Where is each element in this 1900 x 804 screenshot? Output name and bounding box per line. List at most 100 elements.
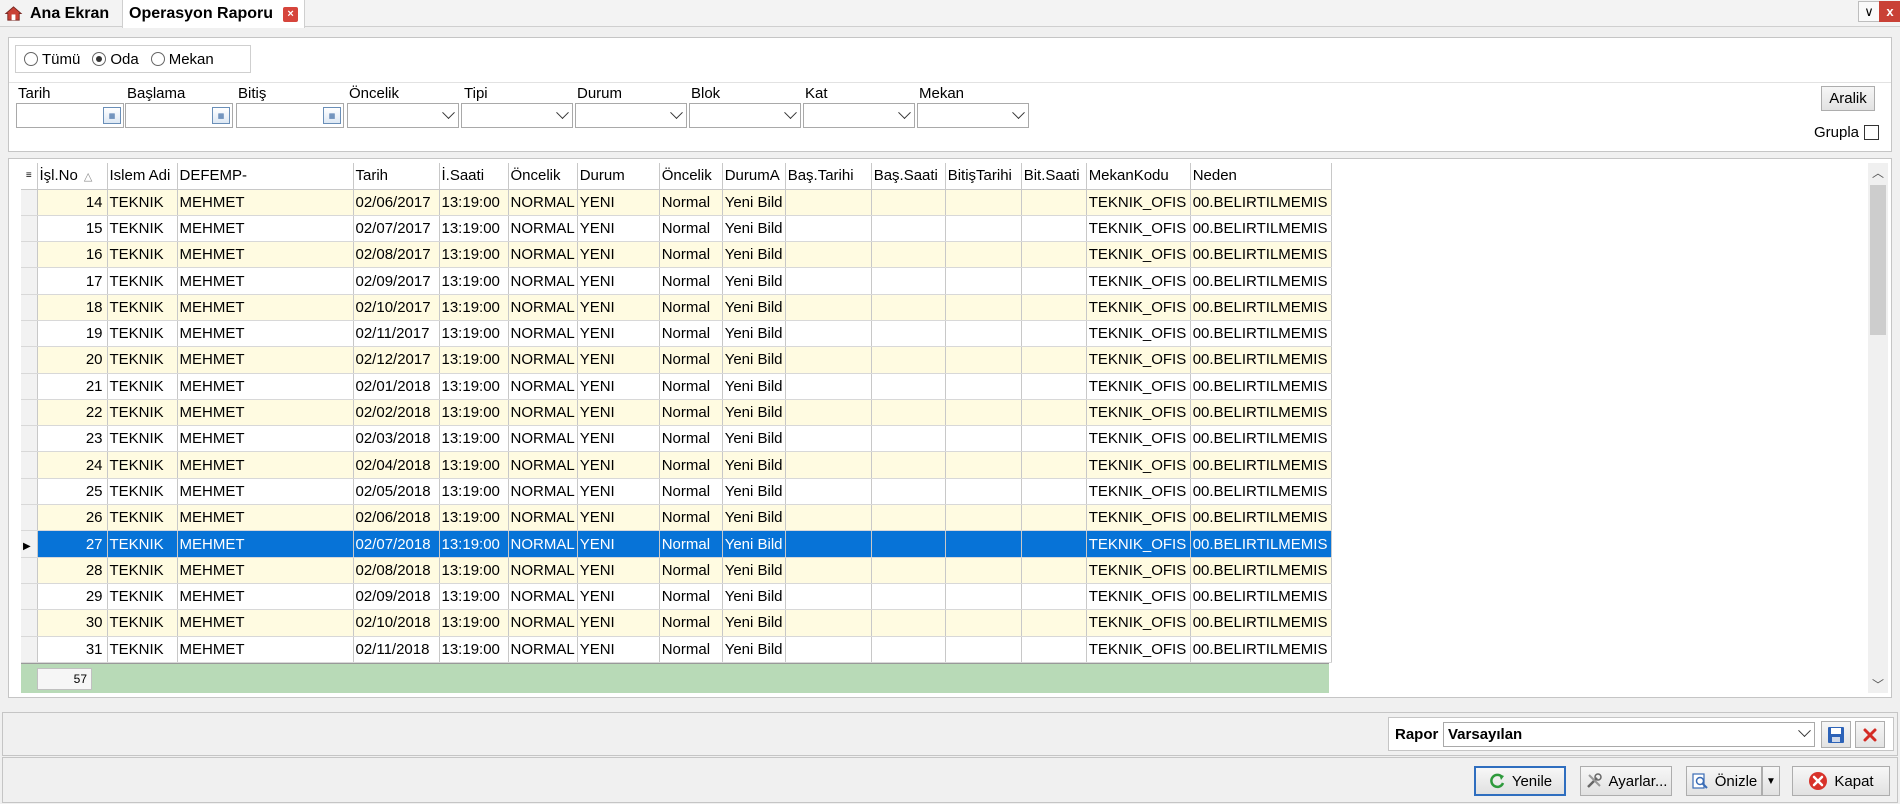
table-cell[interactable]: Yeni Bild	[722, 530, 786, 558]
column-header[interactable]: İşl.No △	[37, 163, 108, 190]
durum-select[interactable]	[575, 103, 687, 128]
table-cell[interactable]: YENI	[577, 215, 660, 243]
table-cell[interactable]: 02/09/2017	[353, 267, 440, 295]
column-header[interactable]: İ.Saati	[439, 163, 509, 190]
row-indicator[interactable]	[21, 373, 38, 400]
table-cell[interactable]	[785, 189, 872, 216]
table-cell[interactable]: YENI	[577, 636, 660, 663]
table-cell[interactable]: TEKNIK_OFIS	[1086, 189, 1191, 216]
table-cell[interactable]: TEKNIK	[107, 320, 178, 348]
table-cell[interactable]	[945, 294, 1022, 321]
table-cell[interactable]	[871, 425, 946, 453]
table-cell[interactable]	[785, 425, 872, 453]
blok-select[interactable]	[689, 103, 801, 128]
row-indicator[interactable]	[21, 241, 38, 269]
table-cell[interactable]: MEHMET	[177, 425, 354, 453]
table-cell[interactable]: 02/08/2017	[353, 241, 440, 269]
table-cell[interactable]: YENI	[577, 530, 660, 558]
column-header[interactable]: BitişTarihi	[945, 163, 1022, 190]
grupla-checkbox[interactable]	[1864, 125, 1880, 140]
table-cell[interactable]: YENI	[577, 504, 660, 532]
table-cell[interactable]: 00.BELIRTILMEMIS	[1190, 609, 1332, 637]
table-cell[interactable]	[1021, 346, 1087, 374]
table-cell[interactable]: Yeni Bild	[722, 583, 786, 611]
table-cell[interactable]: TEKNIK_OFIS	[1086, 399, 1191, 427]
table-cell[interactable]	[945, 373, 1022, 400]
table-cell[interactable]: YENI	[577, 557, 660, 584]
table-cell[interactable]	[871, 373, 946, 400]
table-cell[interactable]	[871, 294, 946, 321]
table-cell[interactable]	[785, 241, 872, 269]
table-cell[interactable]: 02/07/2018	[353, 530, 440, 558]
table-cell[interactable]: TEKNIK_OFIS	[1086, 636, 1191, 663]
scroll-thumb[interactable]	[1870, 185, 1886, 335]
table-cell[interactable]: TEKNIK_OFIS	[1086, 557, 1191, 584]
table-cell[interactable]: YENI	[577, 609, 660, 637]
table-cell[interactable]	[785, 267, 872, 295]
table-cell[interactable]: 29	[37, 583, 108, 611]
table-cell[interactable]	[1021, 294, 1087, 321]
column-chooser-icon[interactable]: ≡	[21, 163, 38, 190]
table-cell[interactable]: 00.BELIRTILMEMIS	[1190, 320, 1332, 348]
table-cell[interactable]: 13:19:00	[439, 504, 509, 532]
table-cell[interactable]: NORMAL	[508, 636, 578, 663]
row-indicator[interactable]	[21, 609, 38, 637]
table-cell[interactable]: 02/03/2018	[353, 425, 440, 453]
table-cell[interactable]: TEKNIK	[107, 504, 178, 532]
table-cell[interactable]: TEKNIK	[107, 294, 178, 321]
column-header[interactable]: Neden	[1190, 163, 1332, 190]
table-cell[interactable]: NORMAL	[508, 294, 578, 321]
table-cell[interactable]: 13:19:00	[439, 241, 509, 269]
table-cell[interactable]: 13:19:00	[439, 346, 509, 374]
onizle-button[interactable]: Önizle	[1686, 766, 1762, 796]
table-cell[interactable]	[785, 215, 872, 243]
table-cell[interactable]	[871, 241, 946, 269]
table-cell[interactable]: TEKNIK	[107, 609, 178, 637]
table-cell[interactable]: YENI	[577, 478, 660, 506]
table-cell[interactable]: 00.BELIRTILMEMIS	[1190, 451, 1332, 479]
table-cell[interactable]: 26	[37, 504, 108, 532]
table-cell[interactable]: TEKNIK_OFIS	[1086, 504, 1191, 532]
table-cell[interactable]: 00.BELIRTILMEMIS	[1190, 189, 1332, 216]
table-cell[interactable]	[785, 636, 872, 663]
tab-home[interactable]: Ana Ekran	[4, 0, 109, 27]
table-cell[interactable]: Normal	[659, 557, 723, 584]
table-cell[interactable]: 00.BELIRTILMEMIS	[1190, 294, 1332, 321]
table-cell[interactable]: TEKNIK	[107, 346, 178, 374]
row-indicator[interactable]: ▶	[21, 530, 38, 558]
table-cell[interactable]: 02/10/2017	[353, 294, 440, 321]
table-cell[interactable]: MEHMET	[177, 451, 354, 479]
table-cell[interactable]	[871, 189, 946, 216]
table-cell[interactable]	[1021, 425, 1087, 453]
table-cell[interactable]	[945, 636, 1022, 663]
aralik-button[interactable]: Aralik	[1821, 86, 1875, 111]
onizle-dropdown-button[interactable]: ▼	[1762, 766, 1780, 796]
table-cell[interactable]: Normal	[659, 294, 723, 321]
column-header[interactable]: Durum	[577, 163, 660, 190]
table-cell[interactable]	[785, 530, 872, 558]
table-cell[interactable]: Normal	[659, 583, 723, 611]
table-cell[interactable]	[871, 451, 946, 479]
table-cell[interactable]	[1021, 478, 1087, 506]
table-cell[interactable]: MEHMET	[177, 399, 354, 427]
row-indicator[interactable]	[21, 557, 38, 584]
table-cell[interactable]: 02/08/2018	[353, 557, 440, 584]
table-cell[interactable]: 25	[37, 478, 108, 506]
table-cell[interactable]	[1021, 583, 1087, 611]
radio-button-selected[interactable]	[92, 52, 107, 66]
table-cell[interactable]: 19	[37, 320, 108, 348]
table-cell[interactable]: Normal	[659, 425, 723, 453]
table-cell[interactable]	[1021, 267, 1087, 295]
row-indicator[interactable]	[21, 399, 38, 427]
yenile-button[interactable]: Yenile	[1474, 766, 1566, 796]
table-cell[interactable]: Normal	[659, 636, 723, 663]
table-cell[interactable]: TEKNIK	[107, 583, 178, 611]
table-cell[interactable]	[871, 320, 946, 348]
table-cell[interactable]: 30	[37, 609, 108, 637]
tarih-date-input[interactable]: ▦	[16, 103, 124, 128]
table-cell[interactable]: MEHMET	[177, 530, 354, 558]
table-cell[interactable]: NORMAL	[508, 320, 578, 348]
save-button[interactable]	[1821, 721, 1851, 748]
table-cell[interactable]: MEHMET	[177, 504, 354, 532]
table-cell[interactable]: MEHMET	[177, 478, 354, 506]
